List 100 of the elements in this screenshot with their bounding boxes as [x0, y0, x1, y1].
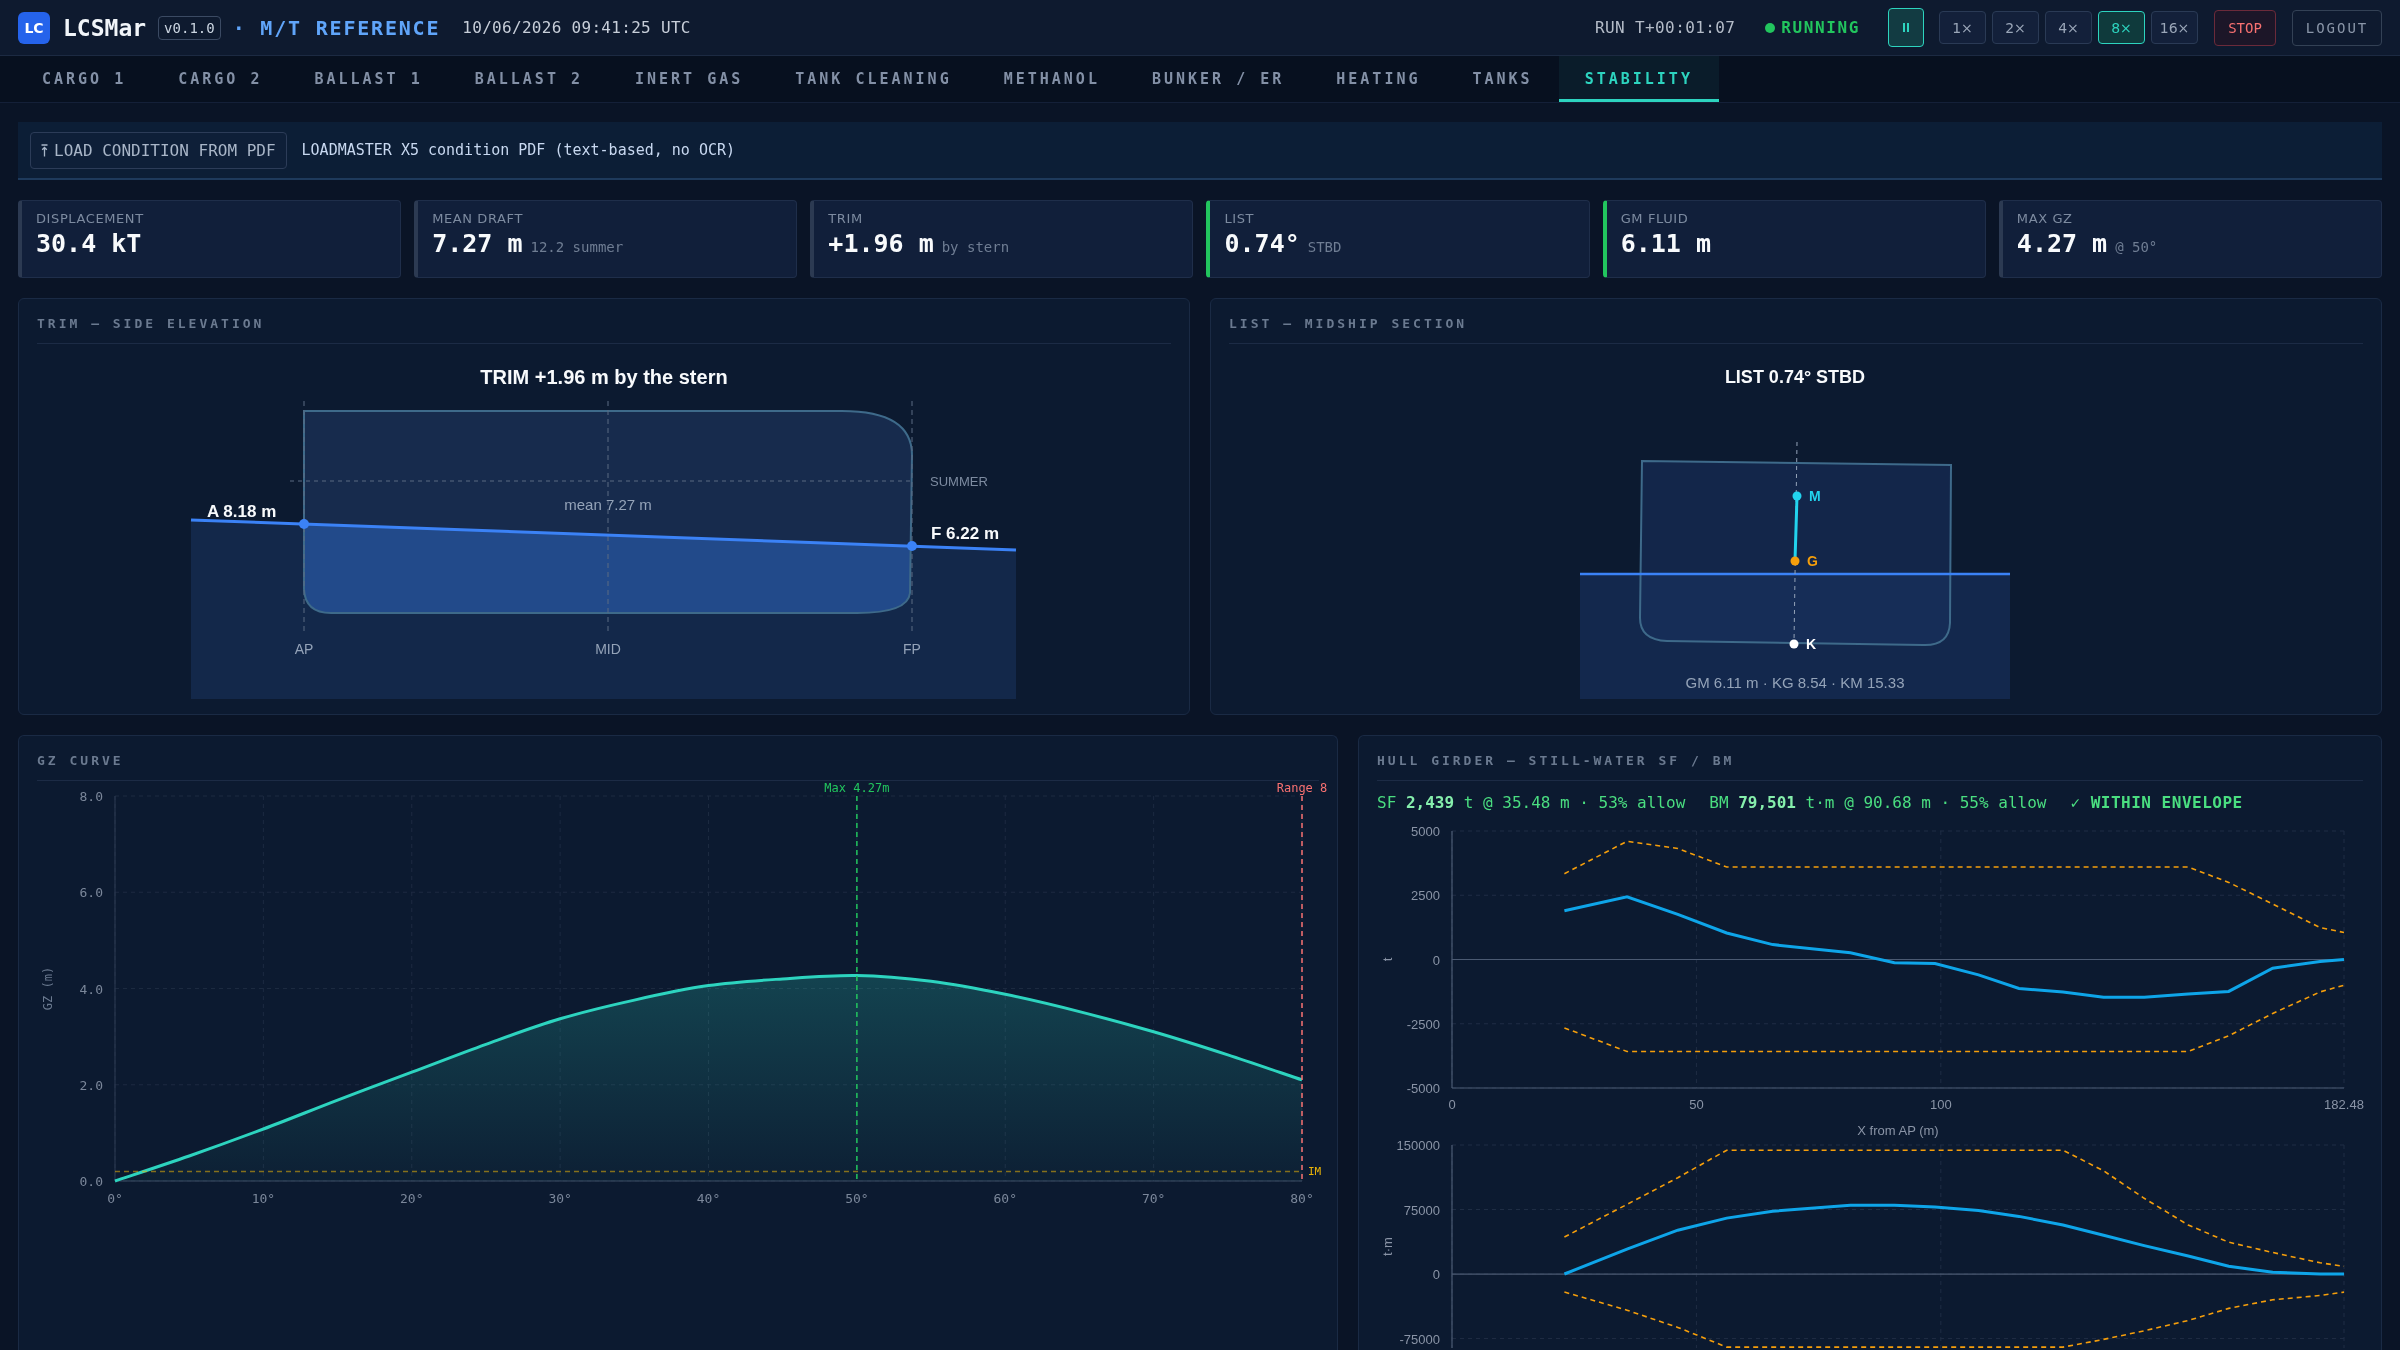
tab[interactable]: TANKS [1446, 56, 1559, 102]
aft-draft-label: A 8.18 m [207, 502, 277, 521]
diagram-title: LIST 0.74° STBD [1724, 367, 1866, 387]
axis-title: GZ (m) [41, 966, 55, 1011]
upload-icon [41, 143, 48, 157]
run-timer: RUN T+00:01:07 [1594, 18, 1736, 37]
panel-title: LIST — MIDSHIP SECTION [1229, 316, 1468, 332]
axis-tick-label: 70° [1141, 1191, 1166, 1206]
axis-title: t [1380, 957, 1395, 962]
speed-button[interactable]: 8× [2098, 11, 2145, 44]
kpi-value: 0.74° [1224, 229, 1300, 258]
axis-tick-label: 6.0 [79, 885, 103, 901]
panel-title: HULL GIRDER — STILL-WATER SF / BM [1377, 753, 1735, 769]
kpi-label: MAX GZ [2016, 211, 2074, 226]
tab[interactable]: STABILITY [1558, 56, 1719, 102]
vessel-name: · M/T REFERENCE [232, 15, 441, 40]
stability-summary: GM 6.11 m · KG 8.54 · KM 15.33 [1685, 674, 1905, 691]
kpi-note: STBD [1307, 239, 1342, 255]
axis-tick-label: -75000 [1399, 1331, 1440, 1347]
axis-title: t·m [1380, 1237, 1395, 1256]
axis-tick-label: 60° [993, 1191, 1017, 1206]
bm-summary: BM 79,501 t·m @ 90.68 m · 55% allow [1709, 792, 2047, 812]
load-pdf-button[interactable]: LOAD CONDITION FROM PDF [30, 131, 287, 169]
axis-tick-label: 0.0 [79, 1174, 103, 1189]
axis-tick-label: 20° [400, 1191, 424, 1206]
kpi-label: MEAN DRAFT [432, 211, 524, 226]
pause-icon [1903, 23, 1909, 32]
run-status: RUNNING [1781, 18, 1860, 37]
axis-tick-label: 100 [1929, 1097, 1952, 1112]
envelope-verdict: ✓ WITHIN ENVELOPE [2070, 792, 2243, 812]
tab[interactable]: BALLAST 1 [288, 56, 449, 102]
kpi-note: @ 50° [2115, 239, 2158, 255]
axis-tick-label: 0 [1432, 1267, 1440, 1283]
axis-tick-label: -5000 [1406, 1081, 1440, 1096]
kpi-label: LIST [1224, 211, 1256, 226]
speed-button[interactable]: 16× [2151, 11, 2198, 44]
axis-tick-label: 30° [548, 1191, 572, 1206]
logout-button[interactable]: LOGOUT [2292, 9, 2382, 46]
axis-tick-label: 50° [845, 1191, 869, 1206]
axis-tick-label: 80° [1290, 1191, 1314, 1206]
timestamp: 10/06/2026 09:41:25 UTC [462, 18, 691, 37]
axis-tick-label: 8.0 [79, 789, 103, 804]
axis-tick-label: 5000 [1411, 824, 1440, 839]
axis-tick-label: 4.0 [79, 981, 103, 997]
annotation-label: IM [1308, 1165, 1322, 1179]
tab[interactable]: BUNKER / ER [1125, 56, 1311, 102]
tab[interactable]: HEATING [1310, 56, 1447, 102]
pause-button[interactable] [1888, 8, 1924, 47]
axis-tick-label: 40° [696, 1191, 721, 1206]
point-label: K [1806, 636, 1817, 652]
kpi-value: 4.27 m [2016, 229, 2108, 258]
tab[interactable]: CARGO 1 [16, 56, 153, 102]
panel-title: GZ CURVE [37, 753, 124, 769]
point-label: M [1809, 488, 1821, 504]
axis-tick-label: -2500 [1406, 1016, 1440, 1032]
kpi-label: TRIM [828, 211, 864, 226]
tab[interactable]: INERT GAS [609, 56, 770, 102]
speed-button[interactable]: 1× [1939, 11, 1986, 44]
kpi-label: DISPLACEMENT [36, 211, 145, 226]
kpi-value: 30.4 kT [36, 229, 142, 258]
station-label: FP [903, 641, 921, 657]
axis-tick-label: 2.0 [79, 1077, 103, 1093]
kpi-value: 7.27 m [432, 229, 523, 258]
annotation-label: Max 4.27m [824, 781, 890, 795]
axis-tick-label: 0 [1448, 1097, 1456, 1112]
speed-button[interactable]: 2× [1992, 11, 2039, 44]
app-name: LCSMar [63, 14, 147, 41]
draft-marker-icon [299, 519, 309, 529]
tab[interactable]: METHANOL [977, 56, 1126, 102]
draft-marker-icon [907, 541, 917, 551]
tab[interactable]: TANK CLEANING [769, 56, 978, 102]
diagram-title: TRIM +1.96 m by the stern [480, 366, 728, 388]
point-label: G [1807, 553, 1818, 569]
stop-button[interactable]: STOP [2214, 9, 2276, 46]
axis-tick-label: 10° [251, 1191, 276, 1206]
load-line-label: SUMMER [930, 474, 988, 489]
speed-button[interactable]: 4× [2045, 11, 2092, 44]
kpi-note: 12.2 summer [530, 239, 624, 255]
tab[interactable]: CARGO 2 [152, 56, 289, 102]
kpi-label: GM FLUID [1620, 211, 1690, 226]
load-note: LOADMASTER X5 condition PDF (text-based, no OCR) [301, 141, 736, 159]
version-tag: v0.1.0 [158, 15, 221, 40]
fwd-draft-label: F 6.22 m [931, 524, 1000, 543]
kpi-note: by stern [941, 239, 1010, 255]
tab[interactable]: BALLAST 2 [448, 56, 609, 102]
axis-tick-label: 150000 [1396, 1138, 1440, 1153]
annotation-label: Range 8 [1276, 781, 1328, 795]
axis-title: X from AP (m) [1857, 1123, 1939, 1138]
axis-tick-label: 182.48 [2324, 1097, 2364, 1112]
kpi-value: 6.11 m [1620, 229, 1711, 258]
axis-tick-label: 75000 [1403, 1202, 1440, 1218]
axis-tick-label: 0° [107, 1191, 123, 1206]
axis-tick-label: 2500 [1411, 888, 1440, 904]
kpi-value: +1.96 m [828, 229, 934, 258]
station-label: AP [294, 641, 314, 657]
axis-tick-label: 0 [1432, 952, 1440, 968]
mean-draft-label: mean 7.27 m [564, 496, 652, 513]
app-logo: LC [18, 11, 50, 44]
station-label: MID [595, 641, 621, 657]
panel-title: TRIM — SIDE ELEVATION [37, 316, 265, 332]
